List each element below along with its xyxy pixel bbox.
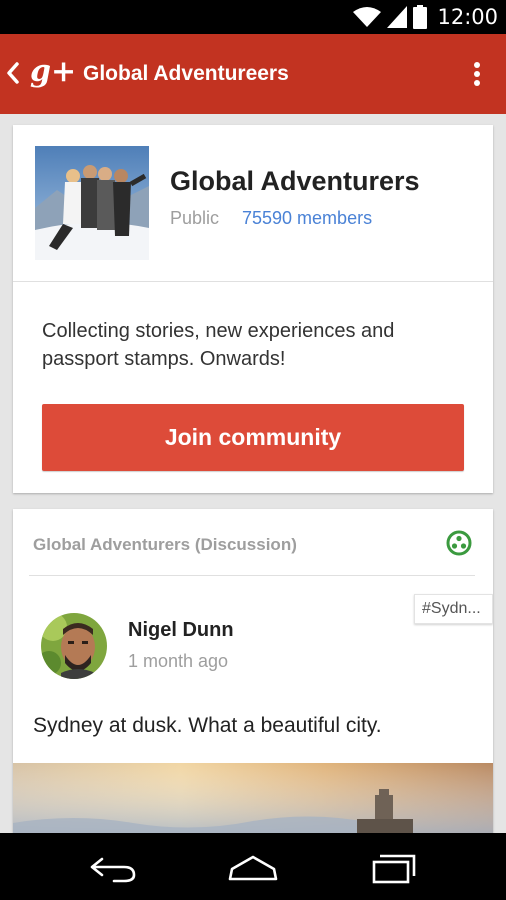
post-timestamp: 1 month ago [128, 651, 229, 671]
app-bar-title: Global Adventureers [83, 62, 289, 85]
status-icons: 12:00 [353, 4, 498, 30]
community-name: Global Adventurers [170, 166, 420, 196]
chevron-left-icon[interactable] [4, 60, 20, 86]
recents-icon[interactable] [366, 849, 422, 885]
cell-signal-icon [387, 6, 408, 28]
author-avatar-image [41, 613, 107, 679]
menu-dot [474, 62, 480, 68]
divider [13, 281, 493, 282]
back-icon[interactable] [84, 849, 140, 885]
menu-dot [474, 80, 480, 86]
community-card: Global Adventurers Public 75590 members … [13, 125, 493, 493]
community-privacy: Public [170, 208, 220, 228]
join-community-button[interactable]: Join community [42, 404, 464, 471]
avatar[interactable] [41, 613, 107, 679]
post-card[interactable]: Global Adventurers (Discussion) #Sydn...… [13, 509, 493, 839]
group-photo-image [35, 146, 149, 260]
app-bar: g+ Global Adventureers [0, 34, 506, 114]
sydney-dusk-image [13, 763, 493, 839]
post-category[interactable]: Global Adventurers (Discussion) [33, 534, 297, 556]
status-clock: 12:00 [437, 5, 498, 29]
navigation-bar [0, 833, 506, 900]
menu-dot [474, 71, 480, 77]
post-author-name[interactable]: Nigel Dunn [128, 618, 234, 642]
community-members-link[interactable]: 75590 members [242, 207, 372, 229]
post-text: Sydney at dusk. What a beautiful city. [33, 714, 382, 737]
wifi-icon [353, 7, 382, 27]
google-plus-logo[interactable]: g+ [30, 54, 76, 90]
discussion-icon[interactable] [445, 529, 473, 557]
battery-icon [413, 5, 428, 29]
status-bar: 12:00 [0, 0, 506, 34]
divider [29, 575, 475, 576]
overflow-menu-icon[interactable] [470, 58, 484, 90]
community-cover-photo [35, 146, 149, 260]
home-icon[interactable] [224, 849, 282, 885]
post-photo[interactable] [13, 763, 493, 839]
community-description: Collecting stories, new experiences and … [42, 320, 395, 370]
hashtag-chip[interactable]: #Sydn... [414, 594, 493, 624]
